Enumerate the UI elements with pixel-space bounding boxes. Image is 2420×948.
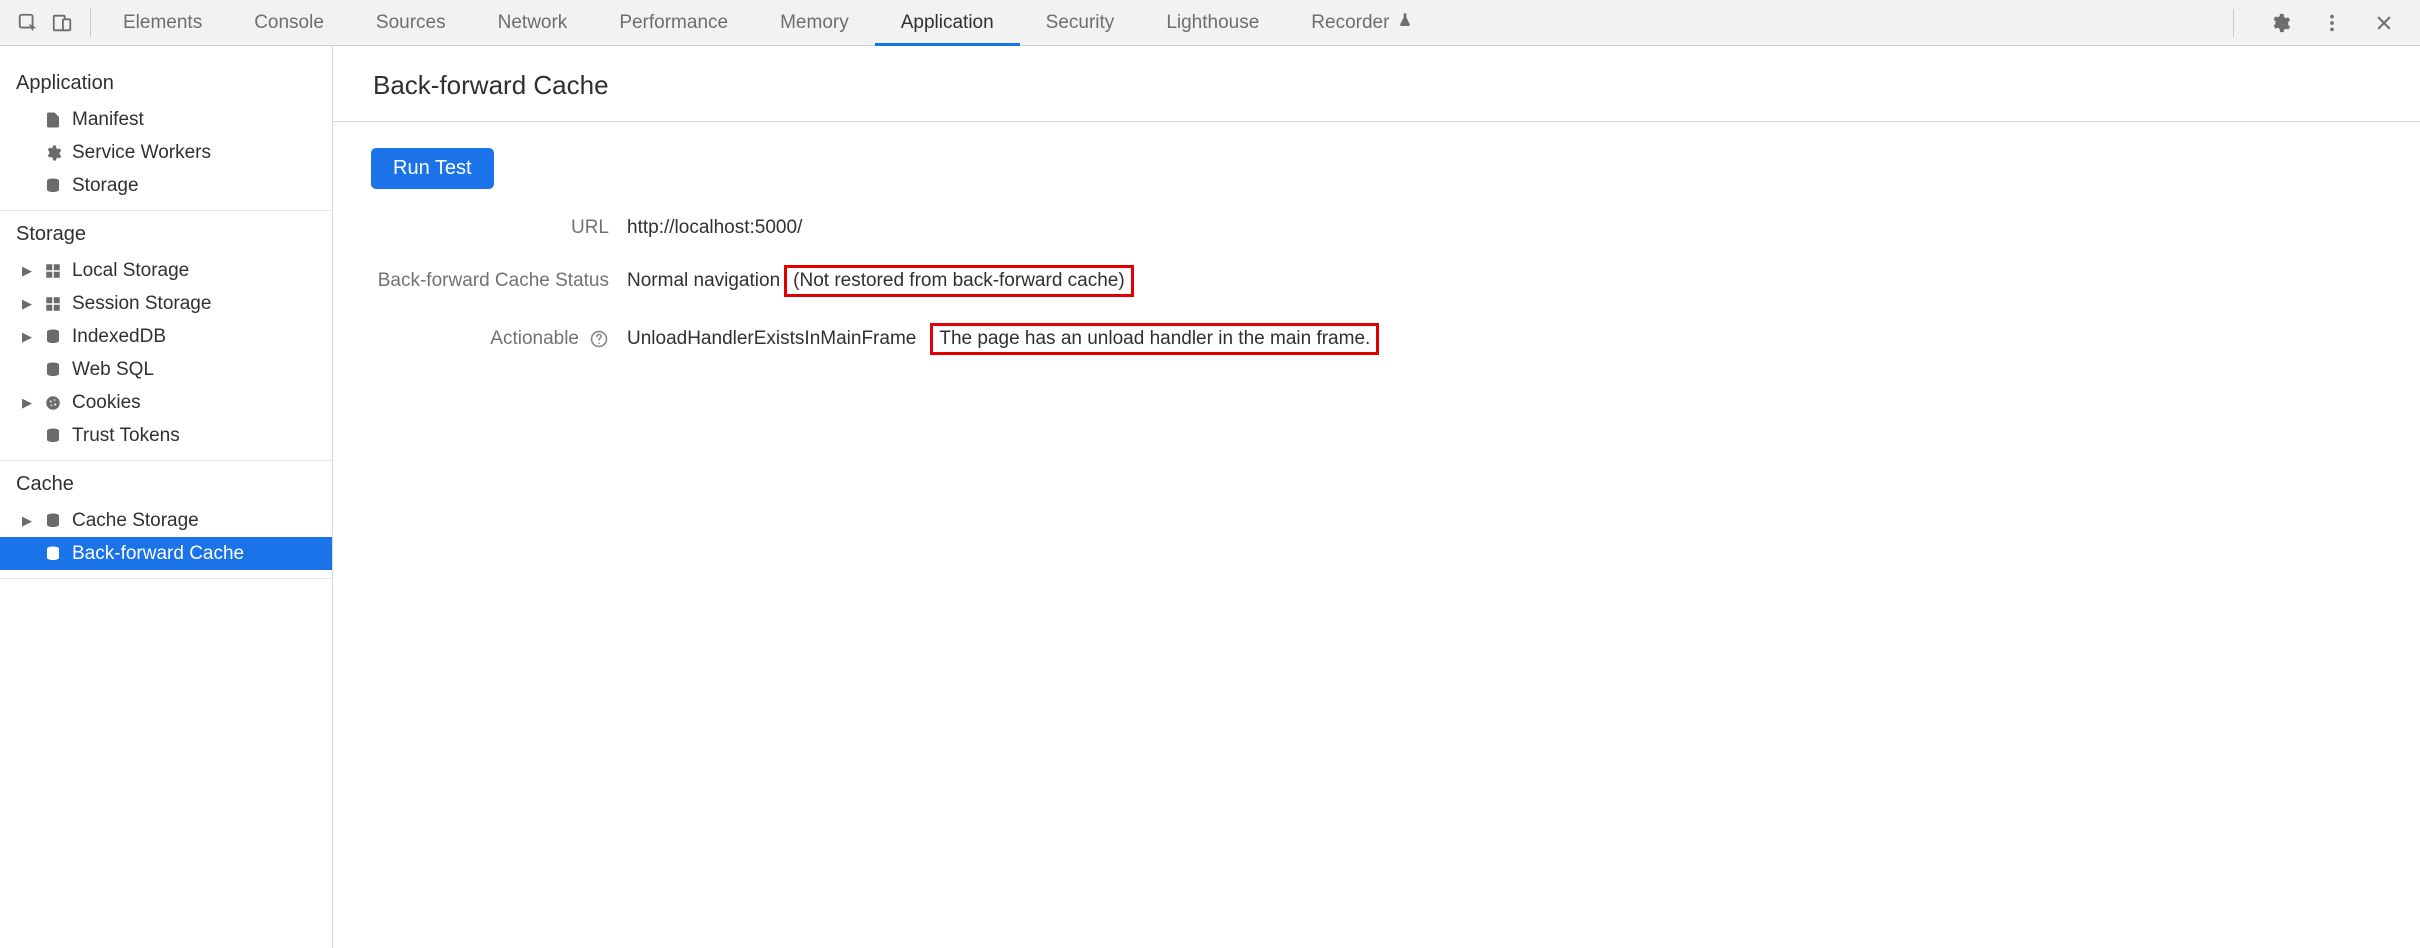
sidebar-item-label: Session Storage (72, 293, 211, 315)
tabbar-tabs: Elements Console Sources Network Perform… (97, 0, 1439, 45)
row-bfcache-status: Back-forward Cache Status Normal navigat… (369, 265, 2384, 297)
sidebar-item-cookies[interactable]: ▶ Cookies (0, 386, 332, 419)
tab-lighthouse[interactable]: Lighthouse (1140, 0, 1285, 45)
tab-label: Application (901, 12, 994, 34)
database-icon (42, 427, 64, 445)
tab-console[interactable]: Console (228, 0, 350, 45)
sidebar-item-trust-tokens[interactable]: Trust Tokens (0, 419, 332, 452)
tab-label: Console (254, 12, 324, 34)
row-url: URL http://localhost:5000/ (369, 217, 2384, 239)
inspect-element-icon[interactable] (16, 11, 40, 35)
sidebar-item-label: IndexedDB (72, 326, 166, 348)
sidebar-item-label: Local Storage (72, 260, 189, 282)
content-pane: Back-forward Cache Run Test URL http://l… (333, 46, 2420, 948)
sidebar-group-title-application: Application (0, 60, 332, 103)
application-sidebar: Application Manifest Service Workers Sto… (0, 46, 333, 948)
row-status-label: Back-forward Cache Status (369, 270, 627, 292)
file-icon (42, 111, 64, 129)
tab-label: Recorder (1311, 12, 1389, 34)
page-title: Back-forward Cache (373, 70, 2384, 101)
tabbar-left-controls (4, 0, 84, 45)
database-icon (42, 361, 64, 379)
tab-network[interactable]: Network (472, 0, 594, 45)
sidebar-item-label: Service Workers (72, 142, 211, 164)
tab-recorder[interactable]: Recorder (1285, 0, 1439, 45)
tab-memory[interactable]: Memory (754, 0, 875, 45)
row-actionable-label: Actionable (369, 328, 627, 350)
tabbar-divider (90, 9, 91, 37)
sidebar-item-manifest[interactable]: Manifest (0, 103, 332, 136)
disclosure-triangle-icon[interactable]: ▶ (20, 296, 34, 312)
row-status-value: Normal navigation (Not restored from bac… (627, 265, 1134, 297)
database-icon (42, 512, 64, 530)
sidebar-item-web-sql[interactable]: Web SQL (0, 353, 332, 386)
tab-sources[interactable]: Sources (350, 0, 472, 45)
main-split: Application Manifest Service Workers Sto… (0, 46, 2420, 948)
status-prefix: Normal navigation (627, 270, 780, 292)
gear-icon (42, 144, 64, 162)
content-divider (333, 121, 2420, 122)
tab-elements[interactable]: Elements (97, 0, 228, 45)
run-test-button[interactable]: Run Test (371, 148, 494, 189)
database-icon (42, 545, 64, 563)
help-icon[interactable] (589, 329, 609, 349)
devtools-tabbar: Elements Console Sources Network Perform… (0, 0, 2420, 46)
actionable-label-text: Actionable (490, 328, 579, 350)
grid-icon (42, 295, 64, 313)
sidebar-item-label: Trust Tokens (72, 425, 180, 447)
sidebar-item-service-workers[interactable]: Service Workers (0, 136, 332, 169)
row-actionable: Actionable UnloadHandlerExistsInMainFram… (369, 323, 2384, 355)
actionable-desc-highlight: The page has an unload handler in the ma… (930, 323, 1379, 355)
database-icon (42, 177, 64, 195)
sidebar-group-title-cache: Cache (0, 461, 332, 504)
sidebar-group-title-storage: Storage (0, 211, 332, 254)
sidebar-separator (0, 578, 332, 579)
tab-label: Security (1046, 12, 1115, 34)
tabbar-divider (2233, 9, 2234, 37)
sidebar-item-indexeddb[interactable]: ▶ IndexedDB (0, 320, 332, 353)
sidebar-item-label: Storage (72, 175, 139, 197)
sidebar-item-cache-storage[interactable]: ▶ Cache Storage (0, 504, 332, 537)
tab-label: Network (498, 12, 568, 34)
gear-icon[interactable] (2268, 11, 2292, 35)
sidebar-item-label: Manifest (72, 109, 144, 131)
row-actionable-value: UnloadHandlerExistsInMainFrame The page … (627, 323, 1379, 355)
tab-label: Lighthouse (1166, 12, 1259, 34)
actionable-code: UnloadHandlerExistsInMainFrame (627, 328, 916, 350)
device-toolbar-icon[interactable] (50, 11, 74, 35)
tab-label: Performance (619, 12, 728, 34)
kebab-menu-icon[interactable] (2320, 11, 2344, 35)
close-icon[interactable] (2372, 11, 2396, 35)
row-url-label: URL (369, 217, 627, 239)
sidebar-item-label: Cache Storage (72, 510, 199, 532)
sidebar-item-bfcache[interactable]: Back-forward Cache (0, 537, 332, 570)
tab-label: Elements (123, 12, 202, 34)
disclosure-triangle-icon[interactable]: ▶ (20, 329, 34, 345)
sidebar-item-storage[interactable]: Storage (0, 169, 332, 202)
tab-label: Sources (376, 12, 446, 34)
sidebar-item-label: Back-forward Cache (72, 543, 244, 565)
disclosure-triangle-icon[interactable]: ▶ (20, 395, 34, 411)
cookie-icon (42, 394, 64, 412)
flask-icon (1397, 12, 1413, 34)
tabbar-right-controls (2227, 9, 2416, 37)
disclosure-triangle-icon[interactable]: ▶ (20, 263, 34, 279)
sidebar-item-local-storage[interactable]: ▶ Local Storage (0, 254, 332, 287)
tab-application[interactable]: Application (875, 0, 1020, 45)
grid-icon (42, 262, 64, 280)
database-icon (42, 328, 64, 346)
tab-label: Memory (780, 12, 849, 34)
row-url-value: http://localhost:5000/ (627, 217, 802, 239)
sidebar-item-session-storage[interactable]: ▶ Session Storage (0, 287, 332, 320)
disclosure-triangle-icon[interactable]: ▶ (20, 513, 34, 529)
status-highlight: (Not restored from back-forward cache) (784, 265, 1134, 297)
sidebar-item-label: Cookies (72, 392, 141, 414)
tab-security[interactable]: Security (1020, 0, 1141, 45)
tab-performance[interactable]: Performance (593, 0, 754, 45)
sidebar-item-label: Web SQL (72, 359, 154, 381)
